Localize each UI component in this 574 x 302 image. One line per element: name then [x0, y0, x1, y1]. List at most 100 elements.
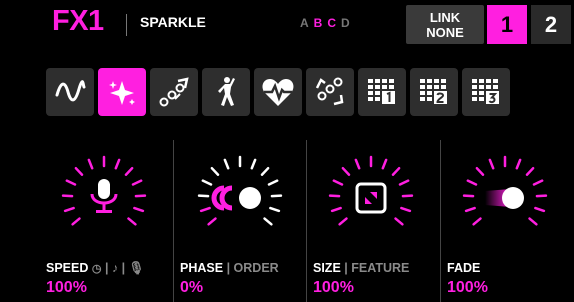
title-divider — [126, 14, 127, 36]
order-label[interactable]: ORDER — [234, 261, 279, 275]
knob-tick — [332, 179, 344, 186]
knob-tick — [131, 179, 143, 186]
link-label: LINK — [429, 9, 461, 25]
sine-wave-icon — [55, 80, 86, 102]
knob-tick — [330, 206, 342, 213]
chase-dots-icon — [159, 77, 189, 107]
mode-bounce-button[interactable] — [306, 68, 354, 116]
speed-label-row: SPEED ◷ | ♪ | 🎙︎ — [46, 261, 145, 275]
phase-knob-panel[interactable]: PHASE | ORDER 0% — [180, 140, 312, 302]
size-knob[interactable] — [313, 142, 433, 252]
knob-tick — [525, 166, 535, 176]
page-d[interactable]: D — [341, 16, 352, 30]
fade-value: 100% — [447, 279, 488, 296]
knob-tick — [401, 194, 414, 198]
column-divider — [440, 140, 441, 302]
phase-label[interactable]: PHASE — [180, 261, 223, 275]
knob-tick — [328, 194, 341, 198]
knob-tick — [197, 194, 210, 198]
preset-name[interactable]: SPARKLE — [140, 14, 206, 30]
sparkle-icon — [109, 81, 135, 105]
knob-tick — [462, 194, 475, 198]
mode-grid-2-button[interactable] — [410, 68, 458, 116]
fade-knob[interactable] — [447, 142, 567, 252]
speed-knob[interactable] — [46, 142, 166, 252]
knob-tick — [532, 179, 544, 186]
knob-tick — [127, 217, 137, 226]
knob-tick — [134, 194, 147, 198]
knob-tick — [260, 166, 270, 176]
knob-tick — [74, 166, 84, 176]
knob-tick — [488, 158, 495, 170]
top-bar: FX1 SPARKLE ABCD LINK NONE 1 2 — [0, 0, 574, 52]
knob-tick — [65, 179, 77, 186]
mode-heartbeat-button[interactable] — [254, 68, 302, 116]
dancer-icon — [218, 77, 235, 106]
speed-value: 100% — [46, 279, 87, 296]
speed-knob-panel[interactable]: SPEED ◷ | ♪ | 🎙︎ 100% — [46, 140, 178, 302]
phase-knob[interactable] — [180, 142, 300, 252]
knob-tick — [400, 206, 412, 213]
mode-sine-button[interactable] — [46, 68, 94, 116]
fade-knob-panel[interactable]: FADE 100% — [447, 140, 574, 302]
knob-tick — [270, 194, 283, 198]
size-knob-panel[interactable]: SIZE | FEATURE 100% — [313, 140, 445, 302]
knob-tick — [472, 217, 482, 226]
size-label[interactable]: SIZE — [313, 261, 341, 275]
mode-sparkle-button[interactable] — [98, 68, 146, 116]
fade-label-row: FADE — [447, 261, 480, 275]
knob-tick — [114, 158, 121, 170]
microphone-icon — [90, 179, 118, 213]
bounce-dots-icon — [315, 77, 344, 106]
knob-tick — [475, 166, 485, 176]
grid-2-icon — [420, 79, 447, 104]
knob-tick — [341, 166, 351, 176]
knob-tick — [534, 206, 546, 213]
knob-tick — [263, 217, 273, 226]
grid-1-icon — [368, 79, 395, 104]
mic-small-icon[interactable]: 🎙︎ — [129, 261, 145, 275]
knob-tick — [354, 158, 361, 170]
column-divider — [173, 140, 174, 302]
page-c[interactable]: C — [327, 16, 338, 30]
knob-tick — [61, 194, 74, 198]
knob-tick — [394, 217, 404, 226]
knob-tick — [515, 158, 522, 170]
link-value: NONE — [426, 24, 464, 40]
resize-icon — [355, 182, 387, 214]
size-value: 100% — [313, 279, 354, 296]
knob-tick — [133, 206, 145, 213]
knob-tick — [535, 194, 548, 198]
mode-dancer-button[interactable] — [202, 68, 250, 116]
page-b[interactable]: B — [314, 16, 325, 30]
grid-3-icon — [472, 79, 499, 104]
link-button[interactable]: LINK NONE — [406, 5, 484, 44]
page-a[interactable]: A — [300, 16, 311, 30]
column-divider — [306, 140, 307, 302]
knob-tick — [87, 158, 94, 170]
mode-grid-3-button[interactable] — [462, 68, 510, 116]
knob-tick — [338, 217, 348, 226]
mode-grid-1-button[interactable] — [358, 68, 406, 116]
knob-tick — [207, 217, 217, 226]
fx-title: FX1 — [52, 5, 104, 37]
knob-tick — [71, 217, 81, 226]
knob-tick — [528, 217, 538, 226]
knob-tick — [464, 206, 476, 213]
knob-tick — [223, 158, 230, 170]
knob-tick — [466, 179, 478, 186]
knob-tick — [63, 206, 75, 213]
knob-tick — [267, 179, 279, 186]
phase-label-row: PHASE | ORDER — [180, 261, 279, 275]
knob-tick — [398, 179, 410, 186]
fx-2-button[interactable]: 2 — [531, 5, 571, 44]
knob-tick — [391, 166, 401, 176]
page-selector: ABCD — [300, 16, 355, 30]
mode-chase-button[interactable] — [150, 68, 198, 116]
fx-1-button[interactable]: 1 — [487, 5, 527, 44]
knob-tick — [124, 166, 134, 176]
knob-tick — [381, 158, 388, 170]
phase-icon — [211, 185, 261, 211]
fade-label: FADE — [447, 261, 481, 275]
feature-label[interactable]: FEATURE — [351, 261, 409, 275]
